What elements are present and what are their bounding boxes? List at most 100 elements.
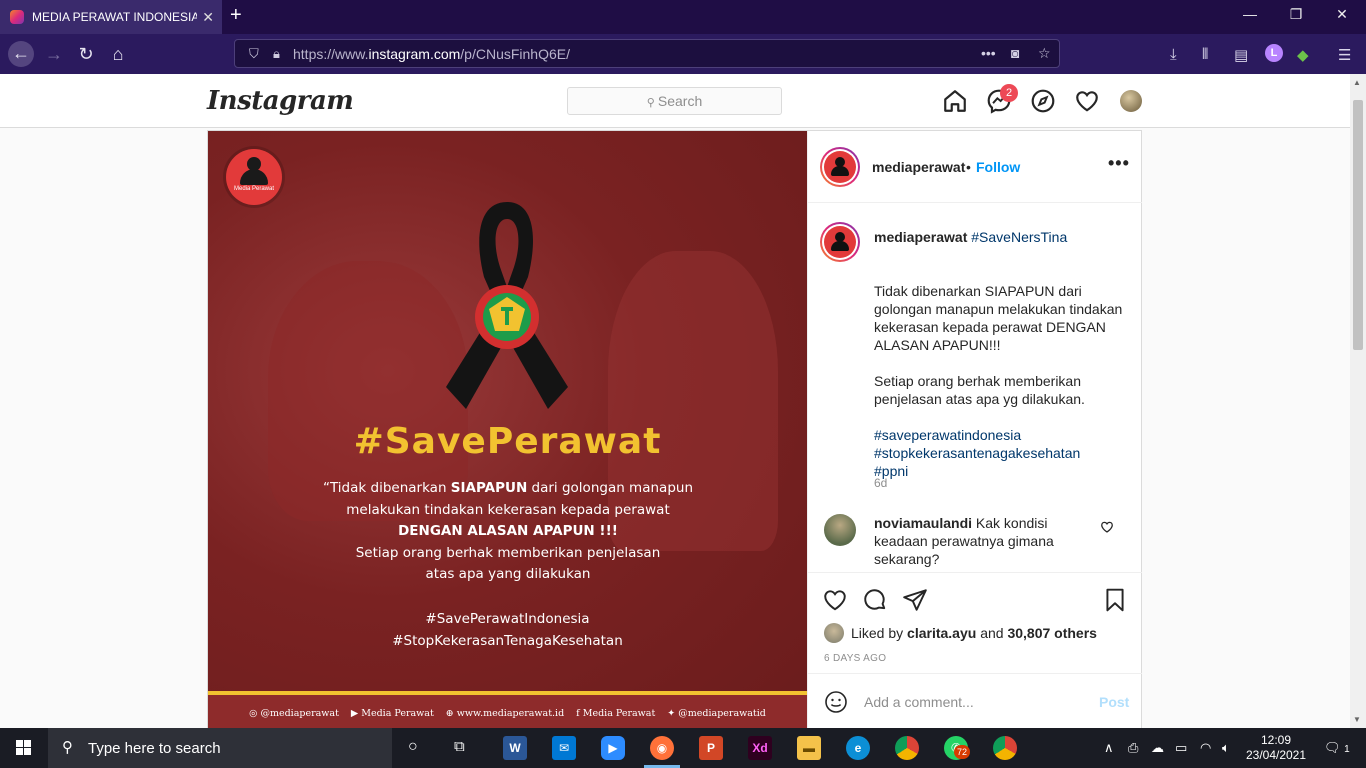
sidebar-icon[interactable]: ▤ <box>1234 46 1248 64</box>
likes-count[interactable]: 30,807 others <box>1007 625 1097 641</box>
minimize-button[interactable]: — <box>1240 6 1260 22</box>
back-arrow-icon[interactable]: ← <box>8 41 34 67</box>
powerpoint-app-icon[interactable]: P <box>699 736 723 760</box>
restore-button[interactable]: ❐ <box>1286 6 1306 23</box>
post-timestamp[interactable]: 6 DAYS AGO <box>824 653 886 664</box>
browser-tab-bar: MEDIA PERAWAT INDONESIA o ✕ + — ❐ ✕ <box>0 0 1366 34</box>
bookmark-star-icon[interactable]: ☆ <box>1038 45 1051 62</box>
browser-tab-active[interactable]: MEDIA PERAWAT INDONESIA o ✕ <box>0 0 222 34</box>
taskbar-search-box[interactable]: ⚲ Type here to search <box>48 728 392 768</box>
author-username[interactable]: mediaperawat <box>872 159 965 175</box>
activity-heart-icon[interactable] <box>1074 88 1100 114</box>
author-avatar[interactable] <box>820 147 860 187</box>
zoom-app-icon[interactable]: ▶ <box>601 736 625 760</box>
menu-icon[interactable]: ☰ <box>1338 46 1351 64</box>
commenter-username[interactable]: noviamaulandi <box>874 515 972 531</box>
hashtag-link[interactable]: #saveperawatindonesia <box>874 427 1021 443</box>
instagram-icon: ◎ <box>249 707 258 719</box>
caption-username[interactable]: mediaperawat <box>874 229 967 245</box>
library-icon[interactable]: ⫴ <box>1202 46 1208 63</box>
comment-like-heart-icon[interactable] <box>1100 520 1114 534</box>
caption-hashtag[interactable]: #SaveNersTina <box>971 229 1067 245</box>
reload-icon[interactable]: ↻ <box>74 42 98 66</box>
account-avatar[interactable]: L <box>1265 44 1283 62</box>
forward-arrow-icon[interactable]: → <box>42 42 66 66</box>
comment-bubble-icon[interactable] <box>862 587 888 613</box>
post-actions: Liked by clarita.ayu and 30,807 others 6… <box>808 572 1142 728</box>
adobe-xd-app-icon[interactable]: Xd <box>748 736 772 760</box>
task-view-icon[interactable]: ⧉ <box>454 738 465 755</box>
instagram-page: Instagram ⚲ Search 2 Media Perawat #Save… <box>0 74 1350 728</box>
messenger-badge: 2 <box>1000 84 1018 102</box>
url-text[interactable]: https://www.instagram.com/p/CNusFinhQ6E/ <box>293 46 570 62</box>
close-window-button[interactable]: ✕ <box>1332 6 1352 23</box>
search-input[interactable]: ⚲ Search <box>567 87 782 115</box>
poster-hashtags: #SavePerawatIndonesia #StopKekerasanTena… <box>392 611 623 649</box>
scrollbar-thumb[interactable] <box>1353 100 1363 350</box>
extension-icon[interactable]: ◆ <box>1297 46 1309 64</box>
instagram-favicon-icon <box>10 10 24 24</box>
show-hidden-icons-icon[interactable]: ∧ <box>1104 740 1114 756</box>
globe-icon: ⊕ <box>445 707 454 719</box>
add-comment-input[interactable]: Add a comment... <box>864 694 974 710</box>
like-heart-icon[interactable] <box>822 587 848 613</box>
shield-icon[interactable]: ⛉ <box>249 46 259 62</box>
profile-avatar[interactable] <box>1120 90 1142 112</box>
scroll-down-arrow-icon[interactable]: ▼ <box>1353 715 1361 724</box>
onedrive-cloud-icon[interactable]: ☁ <box>1151 740 1164 756</box>
emoji-smiley-icon[interactable] <box>824 690 848 714</box>
comments-section[interactable]: mediaperawat #SaveNersTina Tidak dibenar… <box>808 204 1142 572</box>
explore-compass-icon[interactable] <box>1030 88 1056 114</box>
system-clock[interactable]: 12:09 23/04/2021 <box>1244 733 1308 763</box>
instagram-header: Instagram ⚲ Search 2 <box>0 74 1350 128</box>
firefox-app-icon[interactable]: ◉ <box>650 736 674 760</box>
poster-footer: ◎ @mediaperawat ▶ Media Perawat ⊕ www.me… <box>208 695 807 728</box>
instagram-logo[interactable]: Instagram <box>207 86 354 116</box>
liker-avatar[interactable] <box>824 623 844 643</box>
page-scrollbar[interactable]: ▲ ▼ <box>1350 74 1366 728</box>
post-image[interactable]: Media Perawat #SavePerawat “Tidak dibena… <box>208 131 807 728</box>
new-tab-button[interactable]: + <box>230 4 242 27</box>
save-bookmark-icon[interactable] <box>1102 587 1128 613</box>
hashtag-link[interactable]: #stopkekerasantenagakesehatan <box>874 445 1080 461</box>
facebook-icon: f <box>576 707 580 719</box>
add-comment-bar: Add a comment... Post <box>808 673 1142 728</box>
edge-app-icon[interactable]: e <box>846 736 870 760</box>
post-comment-button[interactable]: Post <box>1099 694 1129 710</box>
address-bar[interactable]: ⛉ 🔒︎ https://www.instagram.com/p/CNusFin… <box>234 39 1060 68</box>
downloads-icon[interactable]: ⤓ <box>1170 46 1177 63</box>
chrome-profile-app-icon[interactable] <box>993 736 1017 760</box>
tab-close-icon[interactable]: ✕ <box>202 9 214 26</box>
windows-start-icon[interactable] <box>0 728 48 768</box>
pocket-icon[interactable]: ◙ <box>1011 45 1019 61</box>
page-actions-icon[interactable]: ••• <box>981 45 996 61</box>
lock-icon[interactable]: 🔒︎ <box>273 46 280 62</box>
comment-text: noviamaulandi Kak kondisi keadaan perawa… <box>874 515 1054 567</box>
search-icon: ⚲ <box>646 97 658 109</box>
caption-body: Tidak dibenarkan SIAPAPUN dari golongan … <box>874 283 1123 479</box>
post-side-panel: mediaperawat • Follow ••• mediaperawat #… <box>807 131 1142 728</box>
battery-icon[interactable]: ▭ <box>1175 740 1187 756</box>
file-explorer-icon[interactable]: ▬ <box>797 736 821 760</box>
volume-icon[interactable]: 🔈︎ <box>1222 740 1230 756</box>
wifi-icon[interactable]: ◠ <box>1200 740 1211 756</box>
word-app-icon[interactable]: W <box>503 736 527 760</box>
caption-avatar[interactable] <box>820 222 860 262</box>
likes-summary: Liked by clarita.ayu and 30,807 others <box>851 625 1097 641</box>
follow-button[interactable]: Follow <box>976 159 1020 175</box>
share-send-icon[interactable] <box>902 587 928 613</box>
home-icon[interactable]: ⌂ <box>106 42 130 66</box>
liker-username[interactable]: clarita.ayu <box>907 625 976 641</box>
home-icon[interactable] <box>942 88 968 114</box>
meet-now-icon[interactable]: ⎙ <box>1128 740 1138 756</box>
caption-age[interactable]: 6d <box>874 476 887 490</box>
scroll-up-arrow-icon[interactable]: ▲ <box>1353 78 1361 87</box>
more-options-icon[interactable]: ••• <box>1108 153 1130 174</box>
poster-quote: “Tidak dibenarkan SIAPAPUN dari golongan… <box>322 480 693 582</box>
caption-header: mediaperawat #SaveNersTina <box>874 228 1124 246</box>
mail-app-icon[interactable]: ✉ <box>552 736 576 760</box>
cortana-circle-icon[interactable]: ○ <box>408 738 418 756</box>
chrome-app-icon[interactable] <box>895 736 919 760</box>
commenter-avatar[interactable] <box>824 514 856 546</box>
notification-center-icon[interactable]: 🗨︎ 1 <box>1324 740 1350 756</box>
